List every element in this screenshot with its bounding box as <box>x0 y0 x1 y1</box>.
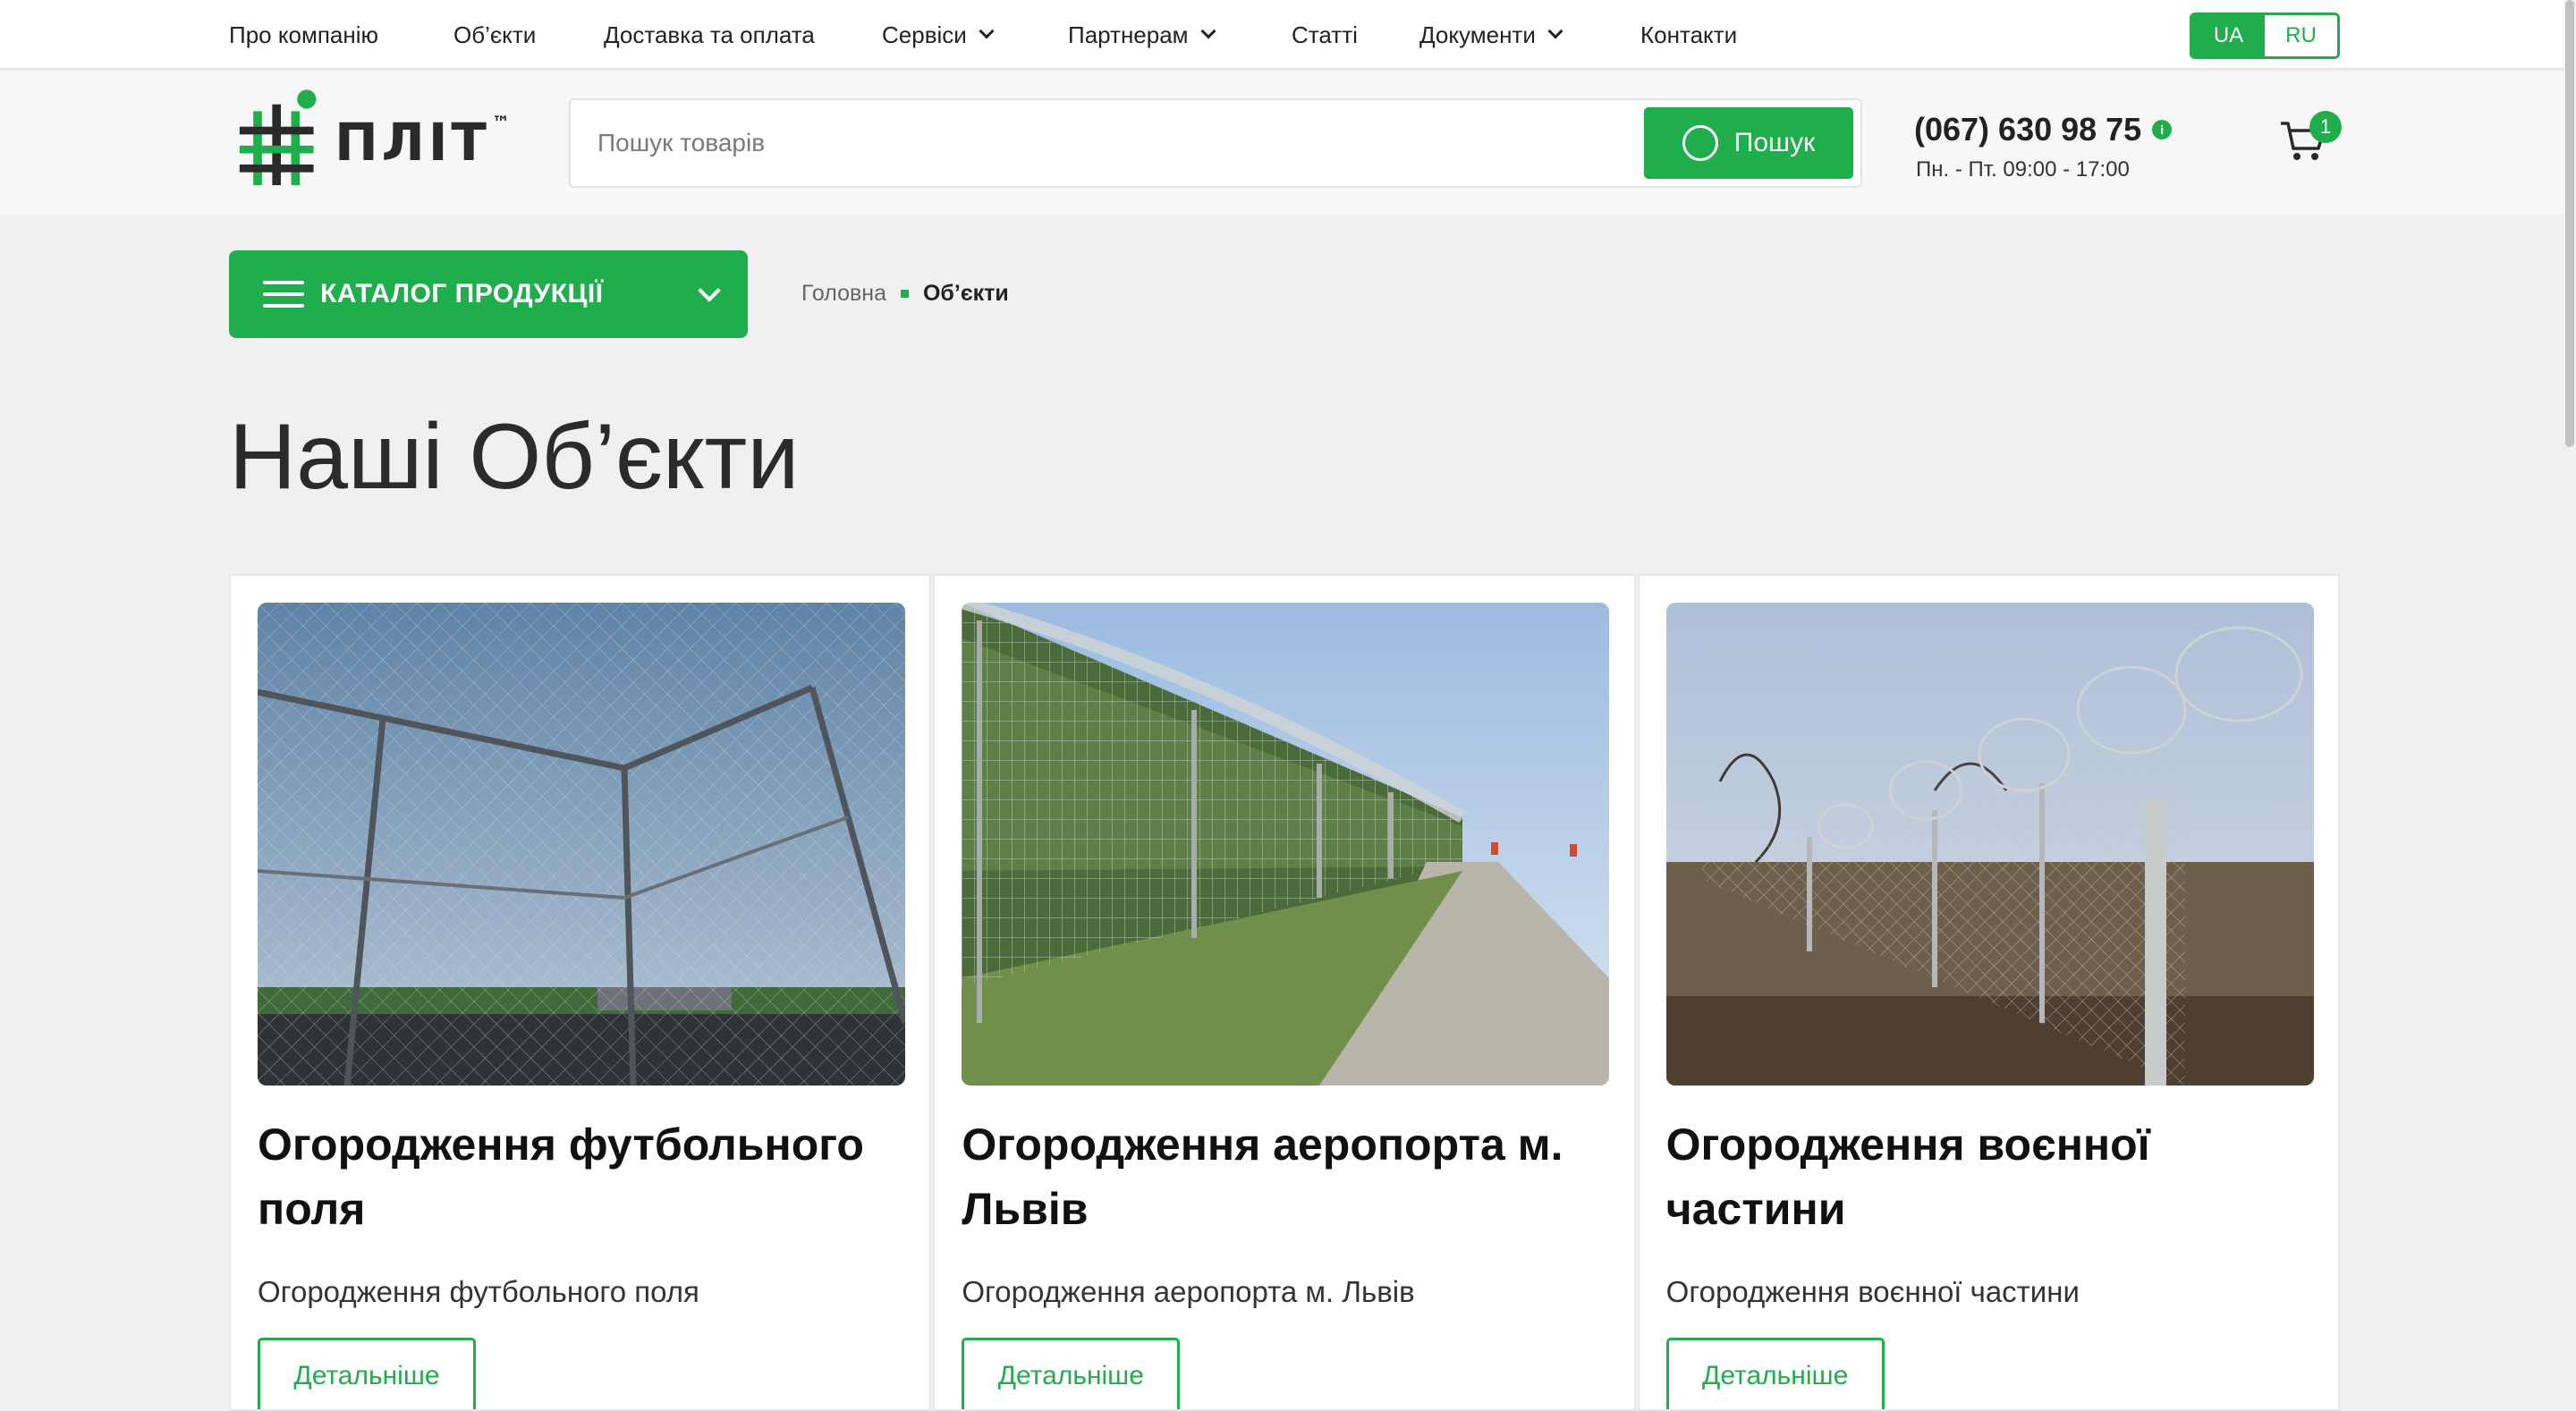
logo-trademark: ™ <box>492 112 513 133</box>
object-card: Огородження воєнної частини Огородження … <box>1637 574 2340 1411</box>
logo-mark-icon <box>239 89 317 186</box>
nav-item-delivery[interactable]: Доставка та оплата <box>604 0 815 70</box>
menu-icon <box>263 281 304 308</box>
search-icon <box>1682 125 1718 161</box>
page-title: Наші Об’єкти <box>229 405 800 509</box>
logo[interactable]: ПЛІТ ™ <box>236 84 513 200</box>
object-photo-lviv-airport[interactable] <box>962 603 1610 1086</box>
object-title[interactable]: Огородження аеропорта м. Львів <box>962 1112 1614 1241</box>
object-card: Огородження футбольного поля Огородження… <box>229 574 932 1411</box>
top-navigation: Про компанію Об’єкти Доставка та оплата … <box>0 0 2563 70</box>
details-button[interactable]: Детальніше <box>1665 1338 1885 1409</box>
scrollbar-thumb[interactable] <box>2565 0 2574 447</box>
object-photo-military-unit[interactable] <box>1665 603 2314 1086</box>
nav-item-services[interactable]: Сервіси <box>882 0 995 70</box>
nav-item-documents[interactable]: Документи <box>1419 0 1563 70</box>
object-description: Огородження воєнної частини <box>1665 1275 2080 1308</box>
nav-item-objects[interactable]: Об’єкти <box>453 0 536 70</box>
cart-count-badge: 1 <box>2309 111 2342 143</box>
phone-number[interactable]: (067) 630 98 75 i <box>1914 111 2173 148</box>
search-box: Пошук <box>569 98 1862 188</box>
site-header: ПЛІТ™ Пошук (067) 630 98 75 i Пн. - Пт. … <box>0 72 2563 215</box>
objects-grid: Огородження футбольного поля Огородження… <box>229 574 2340 1411</box>
nav-item-partners[interactable]: Партнерам <box>1068 0 1216 70</box>
object-card: Огородження аеропорта м. Львів Огороджен… <box>933 574 1636 1411</box>
breadcrumb-home-link[interactable]: Головна <box>801 281 886 307</box>
working-hours: Пн. - Пт. 09:00 - 17:00 <box>1916 157 2130 182</box>
object-title[interactable]: Огородження воєнної частини <box>1666 1112 2319 1241</box>
chevron-down-icon <box>1200 23 1216 39</box>
breadcrumb-separator <box>900 290 909 298</box>
object-photo-football-field[interactable] <box>258 603 905 1086</box>
nav-item-articles[interactable]: Статті <box>1292 0 1358 70</box>
details-button[interactable]: Детальніше <box>258 1338 476 1409</box>
nav-item-contacts[interactable]: Контакти <box>1640 0 1737 70</box>
lang-ua-button[interactable]: UA <box>2192 15 2265 56</box>
chevron-down-icon <box>979 23 995 39</box>
chevron-down-icon <box>1547 23 1563 39</box>
lang-ru-button[interactable]: RU <box>2265 15 2337 56</box>
nav-item-about[interactable]: Про компанію <box>229 0 378 70</box>
chevron-down-icon <box>698 279 721 302</box>
search-button[interactable]: Пошук <box>1644 107 1853 179</box>
object-description: Огородження аеропорта м. Львів <box>962 1275 1415 1308</box>
object-description: Огородження футбольного поля <box>258 1275 699 1308</box>
logo-text: ПЛІТ <box>335 112 490 173</box>
breadcrumb-current: Об’єкти <box>922 281 1009 306</box>
info-icon[interactable]: i <box>2152 120 2173 139</box>
catalog-button[interactable]: КАТАЛОГ ПРОДУКЦІЇ <box>229 250 748 338</box>
details-button[interactable]: Детальніше <box>962 1338 1181 1409</box>
page-scrollbar[interactable] <box>2563 0 2576 1411</box>
language-switcher: UA RU <box>2190 13 2340 59</box>
object-title[interactable]: Огородження футбольного поля <box>258 1112 911 1241</box>
breadcrumb: Головна Об’єкти <box>801 281 1009 307</box>
search-input[interactable] <box>597 118 1581 168</box>
